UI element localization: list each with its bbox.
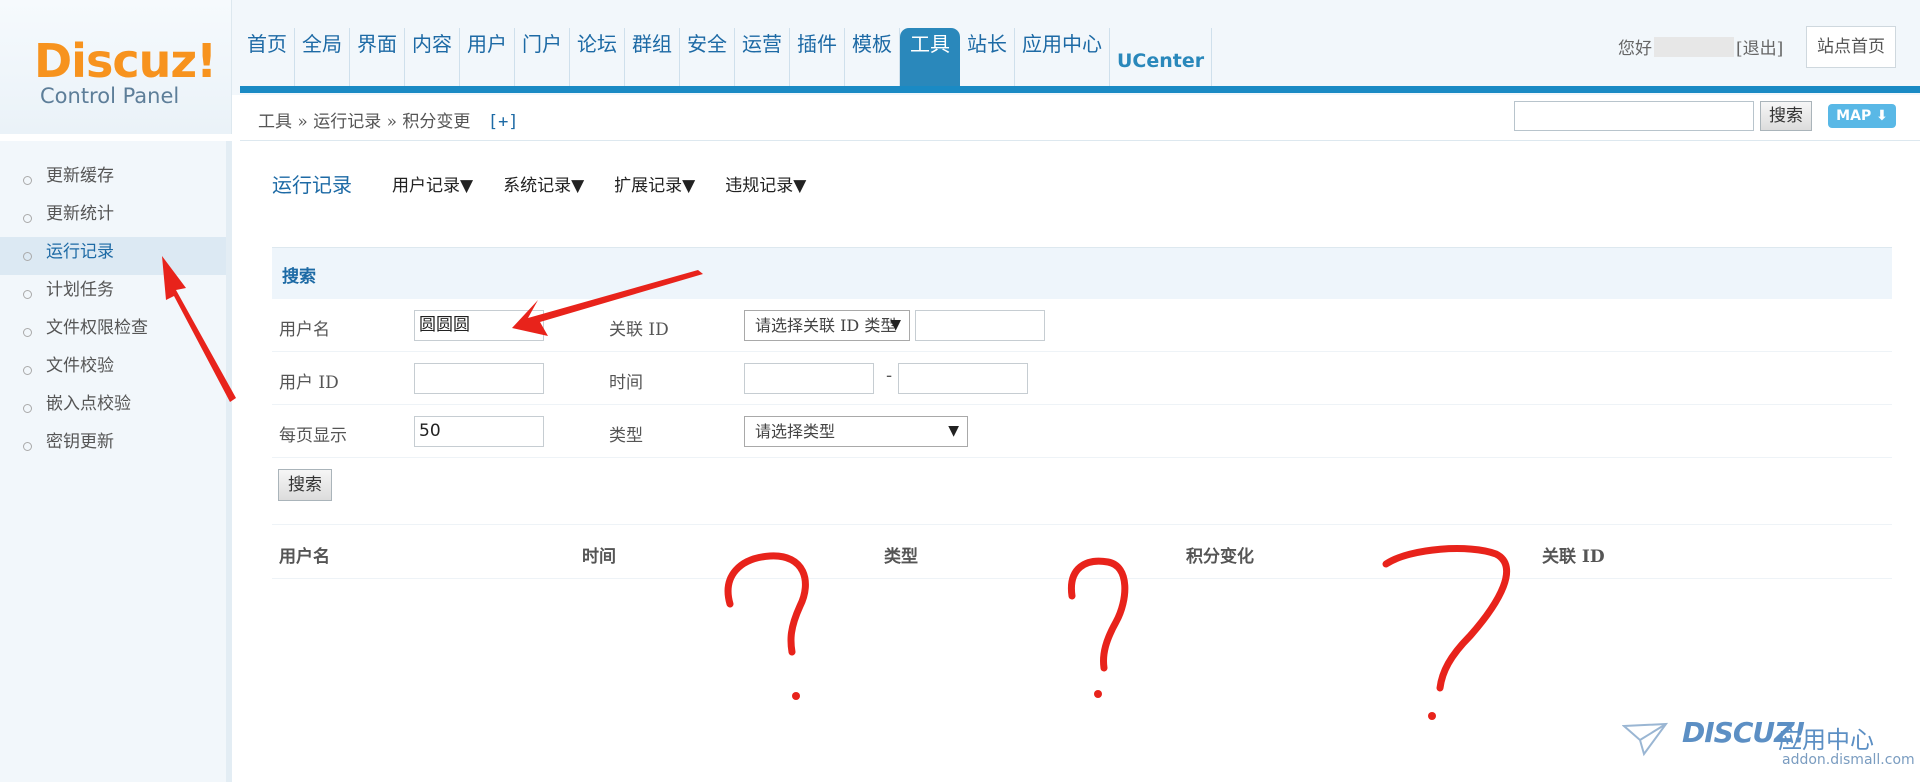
type-select[interactable]: 请选择类型 ▼ (744, 416, 968, 447)
main-content: 运行记录 用户记录▼ 系统记录▼ 扩展记录▼ 违规记录▼ 搜索 用户名 圆圆圆 … (240, 141, 1920, 782)
header: Discuz! Control Panel 首页 全局 界面 内容 用户 门户 … (0, 0, 1920, 134)
top-search-input[interactable] (1514, 101, 1754, 131)
nav-safe[interactable]: 安全 (680, 28, 735, 88)
col-time: 时间 (582, 547, 616, 567)
relid-type-select[interactable]: 请选择关联 ID 类型 ▼ (744, 310, 910, 341)
perpage-label: 每页显示 (279, 426, 347, 446)
username-input[interactable]: 圆圆圆 (414, 310, 544, 341)
nav-group[interactable]: 群组 (625, 28, 680, 88)
breadcrumb-text: 工具 » 运行记录 » 积分变更 (258, 112, 471, 132)
col-related-id: 关联 ID (1542, 547, 1605, 567)
top-search-button[interactable]: 搜索 (1760, 101, 1812, 131)
sidebar-item-update-stats[interactable]: 更新统计 (0, 199, 226, 237)
sidebar-item-hook-check[interactable]: 嵌入点校验 (0, 389, 226, 427)
uid-label: 用户 ID (279, 373, 339, 393)
nav-plugin[interactable]: 插件 (790, 28, 845, 88)
time-label: 时间 (609, 373, 643, 393)
chevron-down-icon: ▼ (890, 317, 901, 333)
paper-plane-icon (1622, 722, 1669, 757)
sidebar: 更新缓存 更新统计 运行记录 计划任务 文件权限检查 文件校验 嵌入点校验 密钥… (0, 141, 232, 782)
col-type: 类型 (884, 547, 918, 567)
logo-subtitle: Control Panel (40, 84, 180, 108)
sidebar-item-file-check[interactable]: 文件校验 (0, 351, 226, 389)
sidebar-item-run-logs[interactable]: 运行记录 (0, 237, 226, 275)
nav-template[interactable]: 模板 (845, 28, 900, 88)
col-username: 用户名 (279, 547, 330, 567)
username-redacted (1654, 36, 1734, 57)
sidebar-item-update-cache[interactable]: 更新缓存 (0, 161, 226, 199)
arrow-down-icon: ⬇ (1876, 108, 1888, 124)
greeting: 您好 (1618, 39, 1652, 59)
results-table-header: 用户名 时间 类型 积分变化 关联 ID (272, 524, 1892, 579)
subnav-extended-logs[interactable]: 扩展记录▼ (614, 171, 695, 196)
site-home-button[interactable]: 站点首页 (1806, 26, 1896, 68)
chevron-down-icon: ▼ (948, 423, 959, 439)
relid-input[interactable] (915, 310, 1045, 341)
relid-label: 关联 ID (609, 320, 669, 340)
sidebar-item-file-perms[interactable]: 文件权限检查 (0, 313, 226, 351)
nav-tools[interactable]: 工具 (900, 28, 960, 88)
subnav-user-logs[interactable]: 用户记录▼ (392, 171, 473, 196)
search-section-header: 搜索 (272, 247, 1892, 299)
nav-home[interactable]: 首页 (240, 28, 295, 88)
col-credit-change: 积分变化 (1186, 547, 1254, 567)
time-end-input[interactable] (898, 363, 1028, 394)
logout-link[interactable]: [退出] (1736, 34, 1783, 59)
nav-ucenter[interactable]: UCenter (1110, 28, 1213, 88)
sidebar-item-cron[interactable]: 计划任务 (0, 275, 226, 313)
nav-app-center[interactable]: 应用中心 (1015, 28, 1110, 88)
top-navigation: 首页 全局 界面 内容 用户 门户 论坛 群组 安全 运营 插件 模板 工具 站… (240, 28, 1213, 88)
relid-type-value: 请选择关联 ID 类型 (755, 316, 897, 335)
subnav-current[interactable]: 运行记录 (272, 169, 352, 198)
sub-navigation: 运行记录 用户记录▼ 系统记录▼ 扩展记录▼ 违规记录▼ (272, 169, 836, 198)
watermark-label: 应用中心 (1778, 726, 1874, 754)
breadcrumb-bar: 工具 » 运行记录 » 积分变更 [+] 搜索 MAP ⬇ (240, 95, 1920, 141)
nav-style[interactable]: 界面 (350, 28, 405, 88)
time-separator: - (886, 366, 893, 386)
uid-input[interactable] (414, 363, 544, 394)
user-area: 您好 [退出] (1618, 34, 1783, 59)
perpage-input[interactable]: 50 (414, 416, 544, 447)
subnav-violation-logs[interactable]: 违规记录▼ (725, 171, 806, 196)
breadcrumb: 工具 » 运行记录 » 积分变更 [+] (258, 107, 519, 132)
add-shortcut-link[interactable]: [+] (488, 112, 519, 132)
username-label: 用户名 (279, 320, 330, 340)
sidebar-item-key-update[interactable]: 密钥更新 (0, 427, 226, 465)
form-row-perpage: 每页显示 50 类型 请选择类型 ▼ (272, 405, 1892, 458)
map-label: MAP (1836, 108, 1872, 124)
section-title: 搜索 (282, 267, 316, 287)
nav-extended[interactable]: 运营 (735, 28, 790, 88)
nav-forum[interactable]: 论坛 (570, 28, 625, 88)
logo-title: Discuz! (34, 34, 217, 88)
form-row-username: 用户名 圆圆圆 关联 ID 请选择关联 ID 类型 ▼ (272, 299, 1892, 352)
nav-underline (240, 86, 1920, 93)
search-submit-button[interactable]: 搜索 (278, 469, 332, 501)
type-label: 类型 (609, 426, 643, 446)
subnav-system-logs[interactable]: 系统记录▼ (503, 171, 584, 196)
type-value: 请选择类型 (755, 422, 836, 441)
nav-portal[interactable]: 门户 (515, 28, 570, 88)
nav-founder[interactable]: 站长 (960, 28, 1015, 88)
logo[interactable]: Discuz! Control Panel (0, 0, 232, 134)
map-button[interactable]: MAP ⬇ (1828, 104, 1896, 128)
nav-user[interactable]: 用户 (460, 28, 515, 88)
watermark-url: addon.dismall.com (1782, 752, 1915, 768)
nav-content[interactable]: 内容 (405, 28, 460, 88)
time-start-input[interactable] (744, 363, 874, 394)
form-row-uid: 用户 ID 时间 - (272, 352, 1892, 405)
nav-global[interactable]: 全局 (295, 28, 350, 88)
